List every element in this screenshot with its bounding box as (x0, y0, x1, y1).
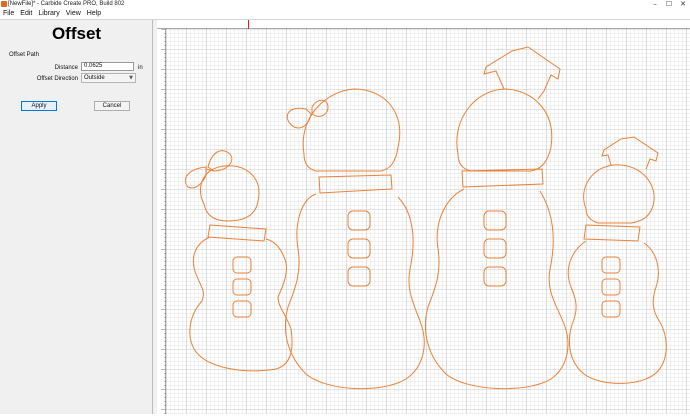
chevron-down-icon: ▼ (129, 75, 133, 81)
snowman-3-button-2 (483, 238, 507, 259)
cancel-button[interactable]: Cancel (94, 101, 130, 111)
snowman-4-body (567, 240, 667, 384)
offset-direction-select[interactable]: Outside ▼ (81, 73, 136, 83)
snowman-2-button-2 (347, 238, 371, 259)
design-canvas[interactable] (166, 29, 690, 414)
menu-library[interactable]: Library (35, 9, 62, 19)
snowman-3-head (456, 88, 553, 172)
snowman-2-scarf (318, 174, 393, 194)
carbide-create-icon (1, 1, 7, 7)
distance-label: Distance (54, 65, 78, 71)
window-title: [NewFile]* - Carbide Create PRO, Build 8… (8, 1, 125, 7)
section-label: Offset Path (9, 52, 39, 58)
snowman-3[interactable] (425, 46, 569, 390)
snowman-3-body (425, 188, 569, 390)
snowman-3-hat (483, 46, 561, 100)
title-bar: [NewFile]* - Carbide Create PRO, Build 8… (0, 0, 690, 9)
snowman-3-button-3 (483, 266, 507, 287)
snowman-1-button-1 (232, 256, 252, 274)
menu-view[interactable]: View (63, 9, 84, 19)
snowman-1-button-3 (232, 300, 252, 318)
minimize-button[interactable]: – (648, 0, 662, 9)
snowman-3-button-1 (483, 210, 507, 231)
snowman-1-bow (184, 150, 233, 189)
offset-direction-label: Offset Direction (36, 76, 78, 82)
menu-file[interactable]: File (0, 9, 17, 19)
snowman-2-button-1 (347, 210, 371, 231)
snowman-4-hat (601, 136, 659, 170)
offset-direction-value: Outside (84, 75, 105, 81)
menu-bar: File Edit Library View Help (0, 9, 690, 19)
snowman-1-scarf (207, 224, 267, 242)
panel-title: Offset (51, 24, 102, 43)
maximize-button[interactable]: ☐ (662, 0, 676, 9)
distance-unit: in (138, 65, 143, 71)
menu-edit[interactable]: Edit (17, 9, 35, 19)
snowman-3-scarf (461, 168, 544, 188)
ruler-position-marker (248, 20, 249, 29)
snowman-4-scarf (583, 224, 641, 242)
snowman-4-button-1 (601, 256, 621, 274)
snowman-4-button-2 (601, 278, 621, 296)
vertical-ruler (157, 29, 166, 414)
offset-panel: Offset Offset Path Distance 0.0625 in Of… (0, 20, 153, 414)
snowman-2-bow (286, 99, 329, 129)
window-controls: – ☐ ✕ (648, 0, 690, 9)
app-window: [NewFile]* - Carbide Create PRO, Build 8… (0, 0, 690, 414)
close-button[interactable]: ✕ (676, 0, 690, 9)
snowman-2-body (285, 193, 425, 390)
snowman-1[interactable] (184, 150, 293, 372)
apply-button[interactable]: Apply (21, 101, 57, 111)
snowman-4-head (583, 164, 655, 224)
snowman-2[interactable] (285, 88, 425, 390)
snowman-1-head (200, 165, 260, 222)
snowman-1-button-2 (232, 278, 252, 296)
distance-input[interactable]: 0.0625 (81, 62, 134, 71)
snowman-2-button-3 (347, 266, 371, 287)
vector-artwork[interactable] (166, 29, 690, 414)
horizontal-ruler (157, 20, 690, 33)
menu-help[interactable]: Help (84, 9, 104, 19)
snowman-4-button-3 (601, 300, 621, 318)
snowman-4[interactable] (567, 136, 667, 384)
